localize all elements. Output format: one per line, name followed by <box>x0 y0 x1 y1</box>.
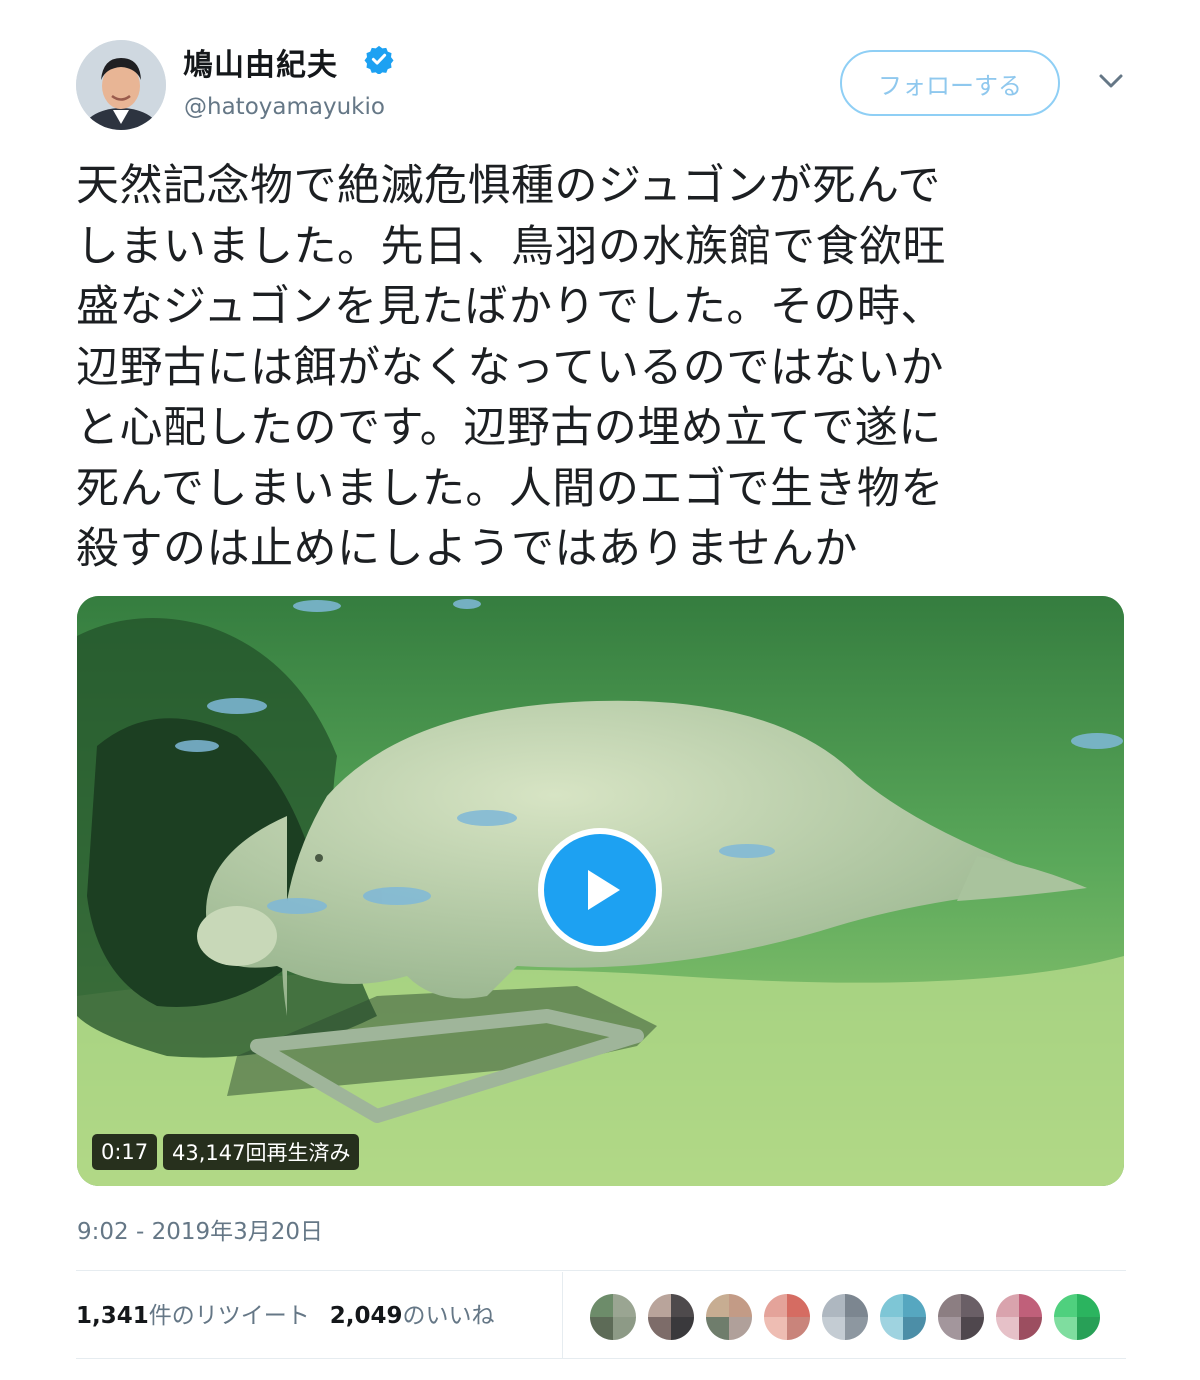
liker-avatar[interactable] <box>938 1294 984 1340</box>
liker-avatar-pixel <box>787 1317 810 1340</box>
video-duration: 0:17 <box>92 1134 158 1170</box>
liker-avatar-pixel <box>822 1317 845 1340</box>
liker-avatar-pixel <box>764 1294 787 1317</box>
like-stat[interactable]: 2,049のいいね <box>330 1296 495 1330</box>
liker-avatar-pixel <box>706 1294 729 1317</box>
verified-badge-icon <box>364 45 394 74</box>
liker-avatar[interactable] <box>648 1294 694 1340</box>
liker-avatar-pixel <box>764 1317 787 1340</box>
liker-avatar-pixel <box>613 1294 636 1317</box>
liker-avatar-pixel <box>903 1317 926 1340</box>
display-name[interactable]: 鳩山由紀夫 <box>183 40 338 84</box>
liker-avatar-pixel <box>822 1294 845 1317</box>
liker-avatar[interactable] <box>706 1294 752 1340</box>
avatar[interactable] <box>76 40 166 130</box>
liker-avatar-pixel <box>613 1317 636 1340</box>
liker-avatar[interactable] <box>880 1294 926 1340</box>
liker-avatar-pixel <box>996 1294 1019 1317</box>
play-icon <box>588 870 620 910</box>
user-handle[interactable]: @hatoyamayukio <box>184 94 385 120</box>
liker-avatar-pixel <box>590 1317 613 1340</box>
liker-avatar-pixel <box>1054 1294 1077 1317</box>
liker-avatar-pixel <box>996 1317 1019 1340</box>
like-label: のいいね <box>402 1303 495 1329</box>
liker-avatar-pixel <box>729 1317 752 1340</box>
liker-avatar-pixel <box>961 1294 984 1317</box>
tweet-timestamp[interactable]: 9:02 - 2019年3月20日 <box>77 1212 323 1246</box>
engagement-stats: 1,341件のリツイート 2,049のいいね <box>76 1296 495 1330</box>
liker-avatar-pixel <box>1019 1294 1042 1317</box>
liker-avatar-pixel <box>1054 1317 1077 1340</box>
liker-avatar-pixel <box>845 1317 868 1340</box>
divider <box>76 1270 1126 1271</box>
liker-avatar[interactable] <box>590 1294 636 1340</box>
divider <box>76 1358 1126 1359</box>
stats-separator <box>562 1272 563 1358</box>
liker-avatar[interactable] <box>1054 1294 1100 1340</box>
liker-avatar-pixel <box>1077 1294 1100 1317</box>
liker-avatar-pixel <box>938 1317 961 1340</box>
play-button[interactable] <box>538 828 662 952</box>
liker-avatar-pixel <box>880 1317 903 1340</box>
liker-avatar[interactable] <box>996 1294 1042 1340</box>
liker-avatar-pixel <box>648 1294 671 1317</box>
retweet-count: 1,341 <box>76 1303 149 1329</box>
liker-avatar-pixel <box>961 1317 984 1340</box>
liker-avatar-pixel <box>1019 1317 1042 1340</box>
liker-avatar-pixel <box>671 1294 694 1317</box>
liker-avatar-pixel <box>648 1317 671 1340</box>
liker-avatar-pixel <box>787 1294 810 1317</box>
like-count: 2,049 <box>329 1303 403 1329</box>
liker-avatar-pixel <box>671 1317 694 1340</box>
chevron-down-icon[interactable] <box>1096 66 1126 96</box>
liker-avatar-pixel <box>845 1294 868 1317</box>
liker-avatar[interactable] <box>764 1294 810 1340</box>
liker-avatar-pixel <box>938 1294 961 1317</box>
liker-avatar[interactable] <box>822 1294 868 1340</box>
liker-avatar-pixel <box>1077 1317 1100 1340</box>
tweet-text: 天然記念物で絶滅危惧種のジュゴンが死んで しまいました。先日、鳥羽の水族館で食欲… <box>76 161 946 574</box>
liker-avatar-pixel <box>706 1317 729 1340</box>
video-view-count: 43,147回再生済み <box>163 1134 360 1170</box>
liker-avatar-pixel <box>880 1294 903 1317</box>
liker-avatars <box>590 1294 1100 1340</box>
retweet-label: 件のリツイート <box>148 1303 310 1329</box>
retweet-stat[interactable]: 1,341件のリツイート <box>76 1296 310 1330</box>
liker-avatar-pixel <box>590 1294 613 1317</box>
follow-button[interactable]: フォローする <box>840 50 1060 116</box>
tweet-header: 鳩山由紀夫 @hatoyamayukio フォローする <box>0 0 1200 140</box>
liker-avatar-pixel <box>729 1294 752 1317</box>
liker-avatar-pixel <box>903 1294 926 1317</box>
